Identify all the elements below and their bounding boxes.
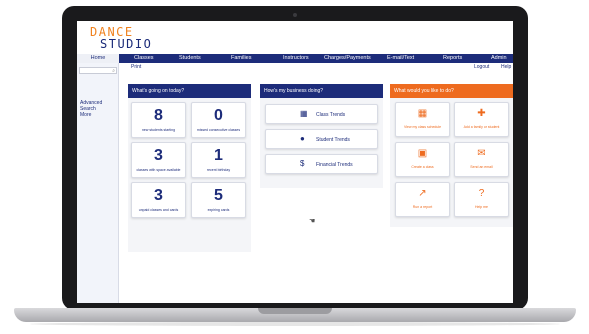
sub-toolbar: Print Logout Help — [119, 63, 513, 71]
main-nav: Classes Students Families Instructors Ch… — [119, 54, 513, 63]
nav-reports[interactable]: Reports — [443, 54, 462, 63]
print-link[interactable]: Print — [131, 63, 141, 71]
help-me-button[interactable]: ? Help me — [454, 182, 509, 217]
add-family-button[interactable]: ✚ Add a family or student — [454, 102, 509, 137]
trend-label: Class Trends — [316, 112, 346, 118]
stat-value: 3 — [154, 147, 163, 164]
stat-card-expiring-cards[interactable]: 5 expiring cards — [191, 182, 246, 218]
actions-panel-title: What would you like to do? — [390, 84, 513, 98]
hand-cursor-icon: ☚ — [309, 218, 316, 225]
action-label: Create a class — [411, 165, 434, 169]
laptop-shadow — [30, 322, 560, 326]
app-screen: DANCE STUDIO Home ⌕ Advanced Search More… — [77, 21, 513, 303]
action-label: Add a family or student — [463, 125, 500, 129]
dollar-icon: $ — [300, 159, 305, 168]
stat-label: new students starting — [141, 128, 176, 132]
calendar-icon: ▦ — [417, 108, 428, 119]
sidebar-link-more[interactable]: More — [80, 112, 91, 118]
today-panel: What's going on today? 8 new students st… — [128, 84, 251, 252]
view-schedule-button[interactable]: ▦ View my class schedule — [395, 102, 450, 137]
create-class-button[interactable]: ▣ Create a class — [395, 142, 450, 177]
trend-label: Financial Trends — [316, 162, 353, 168]
add-user-icon: ✚ — [477, 108, 486, 119]
stat-value: 5 — [214, 187, 223, 204]
trend-label: Student Trends — [316, 137, 350, 143]
home-tab[interactable]: Home — [77, 54, 119, 63]
stat-card-classes-space[interactable]: 3 classes with space available — [131, 142, 186, 178]
stat-value: 0 — [214, 107, 223, 124]
sidebar-search-input[interactable]: ⌕ — [79, 67, 117, 74]
action-label: Help me — [474, 205, 489, 209]
sidebar: Home ⌕ Advanced Search More — [77, 54, 119, 303]
stat-label: recent birthday — [206, 168, 231, 172]
stat-card-birthday[interactable]: 1 recent birthday — [191, 142, 246, 178]
person-icon: ● — [300, 134, 305, 143]
help-link[interactable]: Help — [501, 63, 511, 71]
dance-studio-logo[interactable]: DANCE STUDIO — [90, 24, 180, 52]
stat-card-unpaid[interactable]: 3 unpaid classes and cards — [131, 182, 186, 218]
student-trends-button[interactable]: ● Student Trends — [265, 129, 378, 149]
stat-card-new-students[interactable]: 8 new students starting — [131, 102, 186, 138]
nav-charges-payments[interactable]: Charges/Payments — [324, 54, 371, 63]
stat-label: expiring cards — [207, 208, 230, 212]
chart-icon: ↗ — [418, 188, 427, 199]
stat-value: 1 — [214, 147, 223, 164]
class-trends-button[interactable]: ▦ Class Trends — [265, 104, 378, 124]
envelope-icon: ✉ — [477, 148, 486, 159]
actions-panel: What would you like to do? ▦ View my cla… — [390, 84, 513, 227]
action-label: View my class schedule — [403, 125, 442, 129]
camera — [293, 13, 297, 17]
search-icon[interactable]: ⌕ — [112, 68, 115, 74]
nav-classes[interactable]: Classes — [134, 54, 154, 63]
business-panel: How's my business doing? ▦ Class Trends … — [260, 84, 383, 188]
nav-students[interactable]: Students — [179, 54, 201, 63]
stat-label: missed consecutive classes — [196, 128, 241, 132]
stat-label: unpaid classes and cards — [138, 208, 179, 212]
run-report-button[interactable]: ↗ Run a report — [395, 182, 450, 217]
nav-instructors[interactable]: Instructors — [283, 54, 309, 63]
logout-link[interactable]: Logout — [474, 63, 489, 71]
business-panel-title: How's my business doing? — [260, 84, 383, 98]
nav-email-text[interactable]: E-mail/Text — [387, 54, 414, 63]
send-email-button[interactable]: ✉ Send an email — [454, 142, 509, 177]
help-icon: ? — [478, 188, 485, 199]
logo-line-2: STUDIO — [100, 37, 153, 51]
action-label: Run a report — [412, 205, 433, 209]
calendar-icon: ▦ — [300, 109, 308, 118]
action-label: Send an email — [470, 165, 493, 169]
laptop-notch — [258, 308, 332, 314]
nav-admin[interactable]: Admin — [491, 54, 507, 63]
stat-value: 3 — [154, 187, 163, 204]
stat-value: 8 — [154, 107, 163, 124]
nav-families[interactable]: Families — [231, 54, 251, 63]
today-panel-title: What's going on today? — [128, 84, 251, 98]
calendar-add-icon: ▣ — [417, 148, 428, 159]
laptop-frame: DANCE STUDIO Home ⌕ Advanced Search More… — [62, 6, 528, 310]
stat-card-missed-classes[interactable]: 0 missed consecutive classes — [191, 102, 246, 138]
stat-label: classes with space available — [136, 168, 181, 172]
financial-trends-button[interactable]: $ Financial Trends — [265, 154, 378, 174]
